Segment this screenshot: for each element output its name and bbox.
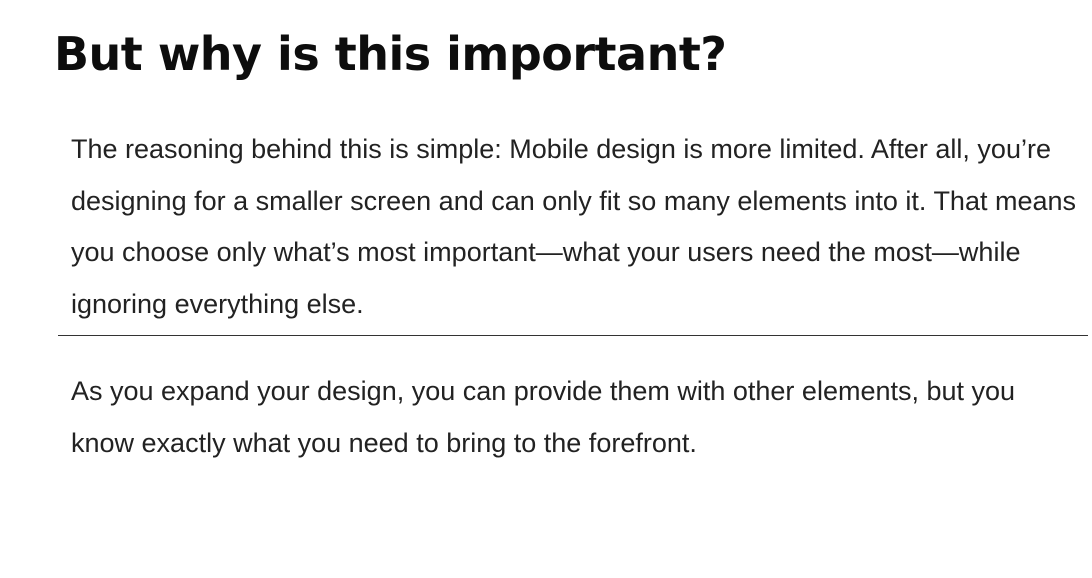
paragraph-reasoning: The reasoning behind this is simple: Mob…	[71, 134, 1077, 319]
paragraph-expand-design: As you expand your design, you can provi…	[71, 376, 1016, 458]
page-heading: But why is this important?	[54, 27, 727, 81]
section-divider	[58, 335, 1088, 336]
